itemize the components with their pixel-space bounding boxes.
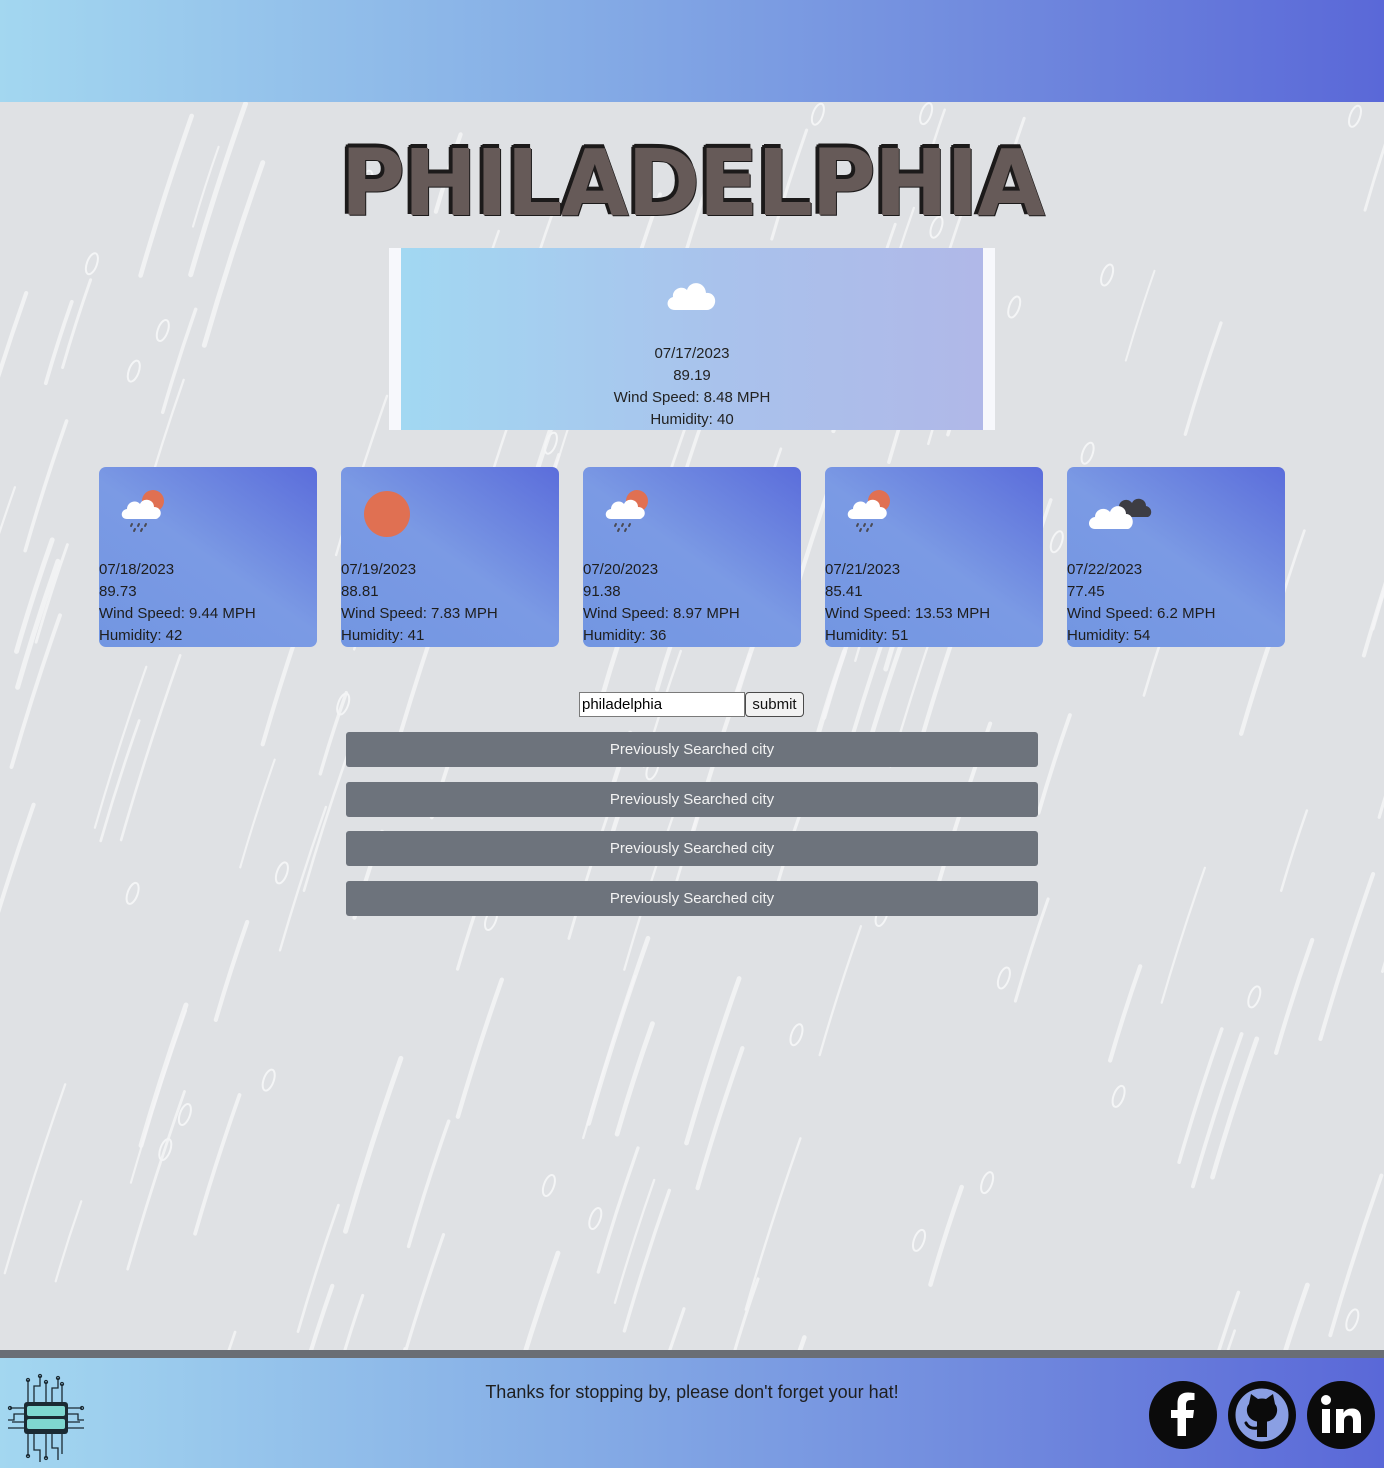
forecast-humidity: Humidity: 42 — [99, 627, 183, 644]
forecast-card: 07/21/2023 85.41 Wind Speed: 13.53 MPH H… — [825, 467, 1043, 647]
facebook-icon[interactable] — [1148, 1380, 1218, 1450]
forecast-date: 07/20/2023 — [583, 561, 659, 578]
submit-button[interactable]: submit — [745, 692, 804, 717]
forecast-temp: 85.41 — [825, 583, 863, 600]
forecast-humidity: Humidity: 36 — [583, 627, 667, 644]
city-title: PHILADELPHIA — [340, 130, 1046, 237]
current-wind: Wind Speed: 8.48 MPH — [613, 389, 771, 406]
sun-icon — [359, 487, 415, 541]
forecast-wind: Wind Speed: 9.44 MPH — [99, 605, 256, 622]
forecast-temp: 89.73 — [99, 583, 137, 600]
rain-sun-icon — [843, 487, 899, 541]
forecast-humidity: Humidity: 41 — [341, 627, 425, 644]
forecast-wind: Wind Speed: 8.97 MPH — [583, 605, 740, 622]
current-temp: 89.19 — [673, 367, 711, 384]
previous-city-button[interactable]: Previously Searched city — [346, 732, 1038, 767]
forecast-card: 07/18/2023 89.73 Wind Speed: 9.44 MPH Hu… — [99, 467, 317, 647]
dark-clouds-icon — [1085, 487, 1155, 541]
forecast-date: 07/19/2023 — [341, 561, 417, 578]
current-weather-card: 07/17/2023 89.19 Wind Speed: 8.48 MPH Hu… — [401, 248, 983, 430]
forecast-date: 07/22/2023 — [1067, 561, 1143, 578]
current-weather-panel: 07/17/2023 89.19 Wind Speed: 8.48 MPH Hu… — [389, 248, 995, 430]
forecast-date: 07/18/2023 — [99, 561, 175, 578]
forecast-date: 07/21/2023 — [825, 561, 901, 578]
forecast-humidity: Humidity: 54 — [1067, 627, 1151, 644]
cloud-icon — [661, 274, 721, 320]
previous-city-button[interactable]: Previously Searched city — [346, 881, 1038, 916]
forecast-wind: Wind Speed: 7.83 MPH — [341, 605, 498, 622]
forecast-temp: 77.45 — [1067, 583, 1105, 600]
previous-city-button[interactable]: Previously Searched city — [346, 831, 1038, 866]
forecast-temp: 88.81 — [341, 583, 379, 600]
header-band — [0, 0, 1384, 102]
circuit-logo-icon — [6, 1372, 86, 1468]
previous-city-button[interactable]: Previously Searched city — [346, 782, 1038, 817]
current-date: 07/17/2023 — [654, 345, 730, 362]
city-search-input[interactable] — [579, 692, 745, 717]
current-humidity: Humidity: 40 — [650, 411, 734, 428]
rain-sun-icon — [601, 487, 657, 541]
github-icon[interactable] — [1227, 1380, 1297, 1450]
footer: Thanks for stopping by, please don't for… — [0, 1358, 1384, 1468]
forecast-card: 07/19/2023 88.81 Wind Speed: 7.83 MPH Hu… — [341, 467, 559, 647]
linkedin-icon[interactable] — [1306, 1380, 1376, 1450]
forecast-humidity: Humidity: 51 — [825, 627, 909, 644]
forecast-temp: 91.38 — [583, 583, 621, 600]
forecast-card: 07/20/2023 91.38 Wind Speed: 8.97 MPH Hu… — [583, 467, 801, 647]
forecast-card: 07/22/2023 77.45 Wind Speed: 6.2 MPH Hum… — [1067, 467, 1285, 647]
rain-sun-icon — [117, 487, 173, 541]
footer-divider — [0, 1350, 1384, 1358]
forecast-wind: Wind Speed: 13.53 MPH — [825, 605, 991, 622]
forecast-wind: Wind Speed: 6.2 MPH — [1067, 605, 1216, 622]
